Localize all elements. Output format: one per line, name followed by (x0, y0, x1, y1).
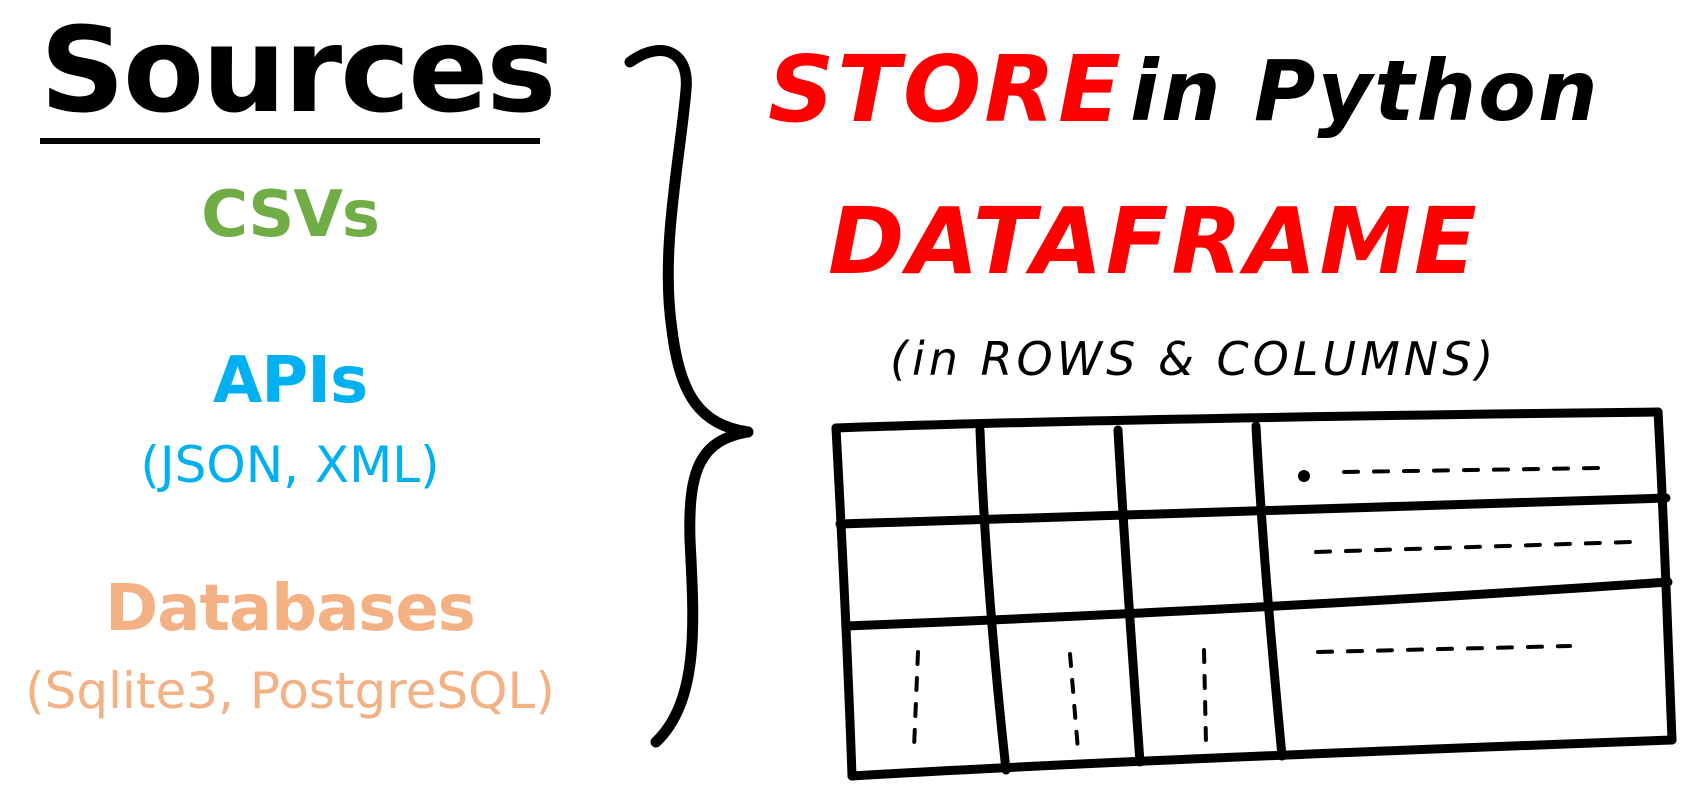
continuation-dots-horizontal (1314, 466, 1632, 654)
table-row-line-1 (835, 493, 1671, 529)
table-col-line-2 (1113, 425, 1145, 767)
table-right-border (1653, 407, 1677, 745)
row-marker-dot (1298, 470, 1310, 482)
table-top-border (831, 407, 1663, 433)
curly-brace (624, 45, 754, 748)
dataframe-word: DATAFRAME (828, 188, 1480, 295)
rows-columns-subtitle: (in ROWS & COLUMNS) (890, 332, 1498, 386)
store-word: STORE (768, 36, 1124, 143)
dataframe-table-sketch (831, 407, 1677, 781)
table-left-border (831, 423, 857, 781)
table-bottom-border (847, 735, 1677, 781)
in-python-label: in Python (1130, 42, 1600, 140)
table-col-line-3 (1251, 421, 1287, 761)
table-row-line-2 (841, 577, 1673, 631)
table-col-line-1 (975, 425, 1011, 775)
continuation-dots-vertical (912, 648, 1208, 752)
